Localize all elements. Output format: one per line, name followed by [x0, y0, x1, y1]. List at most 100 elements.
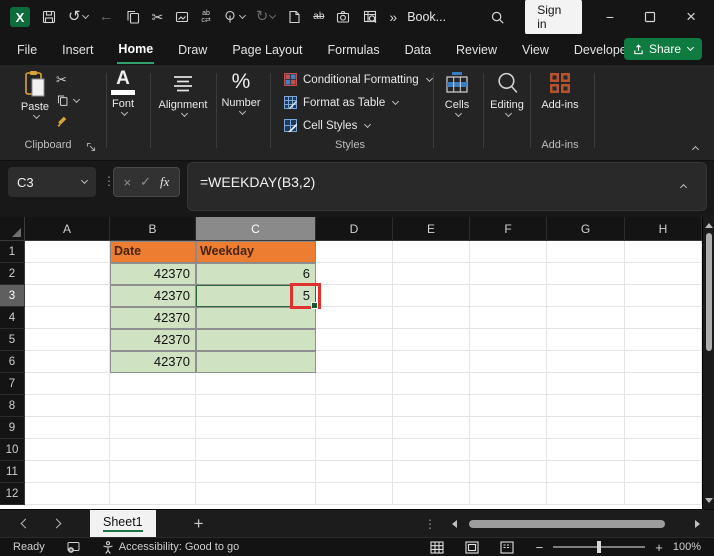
cell-G2[interactable]: [547, 263, 625, 285]
save-icon[interactable]: [41, 9, 57, 25]
zoom-level[interactable]: 100%: [673, 541, 701, 553]
cell-F11[interactable]: [470, 461, 547, 483]
cut-button[interactable]: ✂: [56, 72, 67, 87]
cell-F4[interactable]: [470, 307, 547, 329]
touch-mode-chevron-icon[interactable]: [238, 11, 246, 20]
cell-E3[interactable]: [393, 285, 470, 307]
new-file-icon[interactable]: [286, 9, 302, 25]
cell-B9[interactable]: [110, 417, 196, 439]
tab-draw[interactable]: Draw: [177, 37, 208, 63]
cell-D4[interactable]: [316, 307, 393, 329]
cell-F12[interactable]: [470, 483, 547, 505]
cell-E7[interactable]: [393, 373, 470, 395]
column-header-G[interactable]: G: [547, 217, 625, 241]
cell-F5[interactable]: [470, 329, 547, 351]
cell-C11[interactable]: [196, 461, 316, 483]
cell-H2[interactable]: [625, 263, 702, 285]
zoom-slider[interactable]: [553, 541, 646, 553]
cell-D5[interactable]: [316, 329, 393, 351]
copy-button[interactable]: [56, 93, 81, 108]
maximize-icon[interactable]: [644, 11, 656, 23]
row-header-5[interactable]: 5: [0, 329, 25, 351]
column-header-E[interactable]: E: [393, 217, 470, 241]
cell-H12[interactable]: [625, 483, 702, 505]
close-icon[interactable]: ×: [686, 8, 696, 25]
cell-E5[interactable]: [393, 329, 470, 351]
name-box[interactable]: C3: [8, 167, 96, 197]
cell-D12[interactable]: [316, 483, 393, 505]
cell-B5[interactable]: 42370: [110, 329, 196, 351]
cancel-icon[interactable]: ×: [124, 175, 132, 190]
column-header-H[interactable]: H: [625, 217, 702, 241]
cell-A5[interactable]: [25, 329, 110, 351]
cell-E4[interactable]: [393, 307, 470, 329]
cell-E2[interactable]: [393, 263, 470, 285]
camera-icon[interactable]: [335, 9, 351, 25]
sheet-lookup-icon[interactable]: [362, 9, 378, 25]
horizontal-scroll-track[interactable]: [467, 519, 685, 528]
number-group-button[interactable]: % Number: [216, 70, 266, 116]
cell-E10[interactable]: [393, 439, 470, 461]
undo-button[interactable]: ↺: [68, 9, 89, 25]
cell-E9[interactable]: [393, 417, 470, 439]
cell-E6[interactable]: [393, 351, 470, 373]
fill-handle[interactable]: [311, 302, 318, 309]
cell-G8[interactable]: [547, 395, 625, 417]
cell-C7[interactable]: [196, 373, 316, 395]
zoom-out-icon[interactable]: −: [536, 540, 544, 555]
column-header-A[interactable]: A: [25, 217, 110, 241]
cut-icon[interactable]: ✂: [152, 9, 164, 25]
cell-F2[interactable]: [470, 263, 547, 285]
cell-B7[interactable]: [110, 373, 196, 395]
cell-D2[interactable]: [316, 263, 393, 285]
cell-B10[interactable]: [110, 439, 196, 461]
column-header-F[interactable]: F: [470, 217, 547, 241]
cell-D6[interactable]: [316, 351, 393, 373]
cell-G1[interactable]: [547, 241, 625, 263]
cell-A8[interactable]: [25, 395, 110, 417]
cell-styles-button[interactable]: Cell Styles: [284, 118, 432, 133]
cell-G5[interactable]: [547, 329, 625, 351]
cell-A11[interactable]: [25, 461, 110, 483]
undo-chevron-icon[interactable]: [81, 11, 89, 20]
scroll-left-icon[interactable]: [452, 519, 457, 528]
vertical-scroll-thumb[interactable]: [706, 233, 712, 351]
insert-function-icon[interactable]: fx: [160, 174, 169, 190]
cell-D10[interactable]: [316, 439, 393, 461]
cell-H7[interactable]: [625, 373, 702, 395]
cell-A10[interactable]: [25, 439, 110, 461]
cell-C8[interactable]: [196, 395, 316, 417]
normal-view-icon[interactable]: [430, 540, 444, 554]
cell-G7[interactable]: [547, 373, 625, 395]
cell-A3[interactable]: [25, 285, 110, 307]
cell-F8[interactable]: [470, 395, 547, 417]
cell-H8[interactable]: [625, 395, 702, 417]
horizontal-scrollbar[interactable]: ⋮: [424, 517, 714, 531]
column-header-D[interactable]: D: [316, 217, 393, 241]
accessibility-status[interactable]: Accessibility: Good to go: [102, 540, 239, 554]
scroll-down-icon[interactable]: [705, 498, 713, 503]
tab-page-layout[interactable]: Page Layout: [231, 37, 303, 63]
cell-G9[interactable]: [547, 417, 625, 439]
cell-G4[interactable]: [547, 307, 625, 329]
replace-icon[interactable]: ab c⇄: [201, 10, 210, 24]
cell-H5[interactable]: [625, 329, 702, 351]
cell-B2[interactable]: 42370: [110, 263, 196, 285]
new-sheet-button[interactable]: +: [194, 514, 204, 534]
search-icon[interactable]: [490, 9, 505, 26]
minimize-icon[interactable]: −: [606, 9, 614, 25]
cell-B6[interactable]: 42370: [110, 351, 196, 373]
row-header-12[interactable]: 12: [0, 483, 25, 505]
cell-G10[interactable]: [547, 439, 625, 461]
cell-H9[interactable]: [625, 417, 702, 439]
zoom-slider-thumb[interactable]: [597, 541, 602, 553]
prev-sheet-icon[interactable]: [20, 518, 31, 529]
row-header-11[interactable]: 11: [0, 461, 25, 483]
cell-H3[interactable]: [625, 285, 702, 307]
row-header-8[interactable]: 8: [0, 395, 25, 417]
sheet-tab-sheet1[interactable]: Sheet1: [90, 509, 156, 538]
cell-C3[interactable]: 5: [196, 283, 321, 309]
excel-logo-icon[interactable]: X: [10, 7, 30, 27]
tab-home[interactable]: Home: [117, 36, 155, 64]
collapse-ribbon-icon[interactable]: [691, 145, 700, 154]
